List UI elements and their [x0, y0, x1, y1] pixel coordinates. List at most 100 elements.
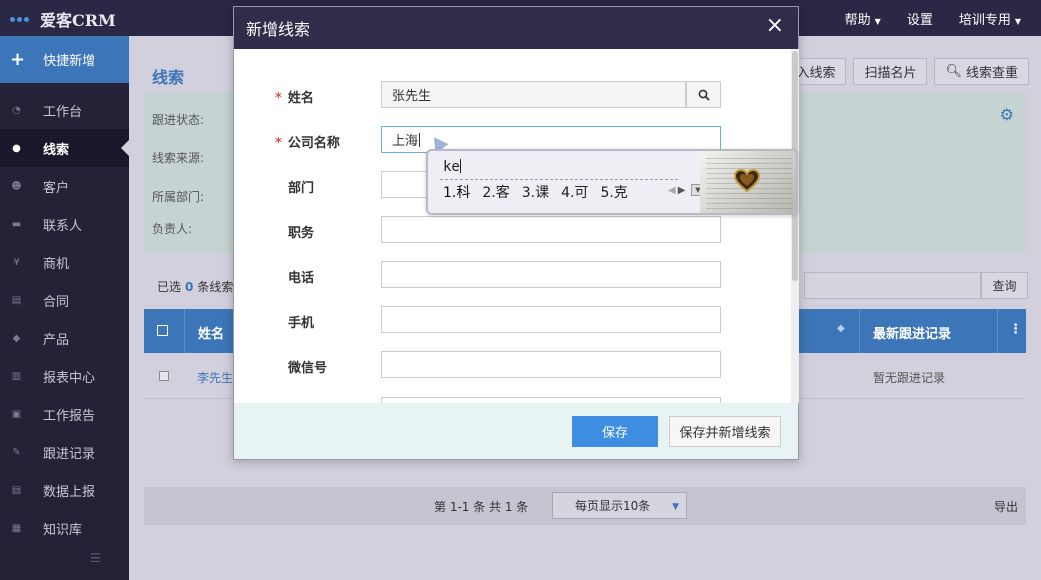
- required-marker: *: [275, 91, 282, 106]
- sidebar-item-label: 知识库: [43, 522, 83, 538]
- app-logo[interactable]: 爱客CRM: [10, 7, 116, 31]
- page-size-select[interactable]: 每页显示10条 ▼: [552, 492, 687, 519]
- selected-count: 0: [185, 280, 194, 294]
- user-name: 培训专用: [958, 12, 1011, 28]
- selected-prefix: 已选: [157, 280, 182, 294]
- collapse-sidebar-icon[interactable]: ☰: [90, 551, 101, 565]
- field-input[interactable]: [381, 351, 721, 378]
- row-name-link[interactable]: 李先生: [197, 369, 233, 386]
- ime-divider: [440, 179, 678, 180]
- field-label-text: 职务: [288, 226, 315, 241]
- dialog-title: 新增线索: [246, 20, 311, 39]
- sidebar-item[interactable]: ¥ 商机: [0, 243, 129, 281]
- field-label: 微信号: [288, 357, 327, 376]
- next-page-icon[interactable]: ▶: [678, 185, 686, 196]
- field-input[interactable]: [381, 216, 721, 243]
- dialog-footer: 保存 保存并新增线索: [234, 403, 798, 459]
- yen-icon: ¥: [13, 256, 20, 268]
- sidebar-item[interactable]: ▥ 报表中心: [0, 357, 129, 395]
- column-menu-icon[interactable]: ⋮: [1009, 322, 1022, 337]
- pagination-bar: 第 1-1 条 共 1 条 每页显示10条 ▼ 导出: [144, 487, 1026, 525]
- field-value: 上海: [392, 134, 419, 149]
- search-input[interactable]: [804, 272, 981, 299]
- sort-icon[interactable]: ◆: [837, 323, 845, 334]
- sidebar-item-label: 数据上报: [43, 484, 96, 500]
- sidebar-item[interactable]: ▬ 联系人: [0, 205, 129, 243]
- field-label-text: 微信号: [288, 361, 328, 376]
- settings-link[interactable]: 设置: [907, 9, 933, 28]
- form-row: * 姓名 张先生: [234, 81, 791, 109]
- quick-add-button[interactable]: + 快捷新增: [0, 36, 129, 83]
- close-icon[interactable]: ×: [766, 15, 784, 37]
- form-row: 手机: [234, 306, 791, 334]
- sidebar-item-label: 报表中心: [43, 370, 96, 386]
- form-row: 职务: [234, 216, 791, 244]
- filter-owner-label: 负责人:: [152, 222, 193, 236]
- sidebar-item[interactable]: ✎ 跟进记录: [0, 433, 129, 471]
- dialog-body: * 姓名 张先生 * 公司名称 上海 部门 职务 电话 手机 微信号: [234, 49, 791, 403]
- search-button[interactable]: 查询: [981, 272, 1028, 299]
- sidebar-item[interactable]: ● 线索: [0, 129, 129, 167]
- dialog-scrollbar[interactable]: [791, 49, 799, 403]
- help-label: 帮助: [844, 12, 871, 28]
- ime-candidate[interactable]: 5.克: [600, 182, 627, 202]
- chevron-down-icon: ▼: [1014, 16, 1021, 26]
- field-input[interactable]: 张先生: [381, 81, 686, 108]
- field-value: 张先生: [392, 89, 432, 104]
- gear-icon[interactable]: ⚙: [1000, 105, 1014, 124]
- save-button[interactable]: 保存: [572, 416, 658, 447]
- selected-info: 已选 0 条线索: [157, 278, 233, 295]
- sidebar-item[interactable]: ◔ 工作台: [0, 91, 129, 129]
- quick-add-label: 快捷新增: [43, 54, 96, 69]
- ime-candidate[interactable]: 4.可: [561, 182, 588, 202]
- sidebar-item[interactable]: ◆ 产品: [0, 319, 129, 357]
- ime-candidate[interactable]: 1.科: [443, 182, 470, 202]
- scan-card-label: 扫描名片: [864, 66, 917, 81]
- sidebar-item[interactable]: ▣ 工作报告: [0, 395, 129, 433]
- ime-candidate[interactable]: 3.课: [522, 182, 549, 202]
- field-label: * 公司名称: [275, 132, 340, 151]
- row-checkbox[interactable]: [159, 371, 169, 381]
- check-duplicate-button[interactable]: 🔍︎ 线索查重: [934, 58, 1029, 85]
- sidebar-item[interactable]: ▤ 数据上报: [0, 471, 129, 509]
- field-input[interactable]: [381, 261, 721, 288]
- field-label: 职务: [288, 222, 314, 241]
- sidebar-item-label: 合同: [43, 294, 70, 310]
- upload-icon: ▤: [11, 484, 22, 496]
- field-label-text: 手机: [288, 316, 315, 331]
- plus-icon: +: [10, 48, 26, 70]
- column-name-header[interactable]: 姓名: [198, 323, 224, 342]
- field-input[interactable]: [381, 306, 721, 333]
- report-icon: ▣: [11, 408, 22, 420]
- form-row: 电话: [234, 261, 791, 289]
- edit-icon: ✎: [12, 446, 21, 458]
- column-divider: [859, 309, 860, 353]
- heart-locket-icon: [734, 169, 760, 193]
- ime-candidates: 1.科 2.客 3.课 4.可 5.克: [443, 182, 628, 202]
- prev-page-icon[interactable]: ◀: [668, 185, 676, 196]
- scan-card-button[interactable]: 扫描名片: [853, 58, 928, 85]
- sidebar-item[interactable]: ▦ 知识库: [0, 509, 129, 547]
- search-icon: 🔍︎: [945, 64, 962, 79]
- ime-composition-text: ke: [443, 159, 460, 175]
- sidebar-item-label: 商机: [43, 256, 70, 272]
- help-menu[interactable]: 帮助 ▼: [845, 9, 881, 28]
- ime-candidate[interactable]: 2.客: [482, 182, 509, 202]
- ime-skin-image: [700, 151, 796, 213]
- column-latest-header[interactable]: 最新跟进记录: [873, 323, 951, 342]
- user-menu[interactable]: 培训专用 ▼: [959, 9, 1021, 28]
- sidebar-item[interactable]: ☻ 客户: [0, 167, 129, 205]
- sidebar-item-label: 工作报告: [43, 408, 96, 424]
- sidebar-item[interactable]: ▤ 合同: [0, 281, 129, 319]
- field-label-text: 公司名称: [287, 136, 340, 151]
- ime-candidate-window[interactable]: ke 1.科 2.客 3.课 4.可 5.克 ◀ ▶ ▼: [426, 149, 798, 215]
- document-icon: ▤: [11, 294, 22, 306]
- save-and-new-button[interactable]: 保存并新增线索: [669, 416, 781, 447]
- ime-composition: ke: [443, 159, 461, 175]
- search-icon[interactable]: [686, 81, 721, 108]
- export-link[interactable]: 导出: [994, 498, 1018, 515]
- field-label: 电话: [288, 267, 314, 286]
- column-divider: [997, 309, 998, 353]
- form-row: 微信号: [234, 351, 791, 379]
- select-all-checkbox[interactable]: [157, 325, 168, 336]
